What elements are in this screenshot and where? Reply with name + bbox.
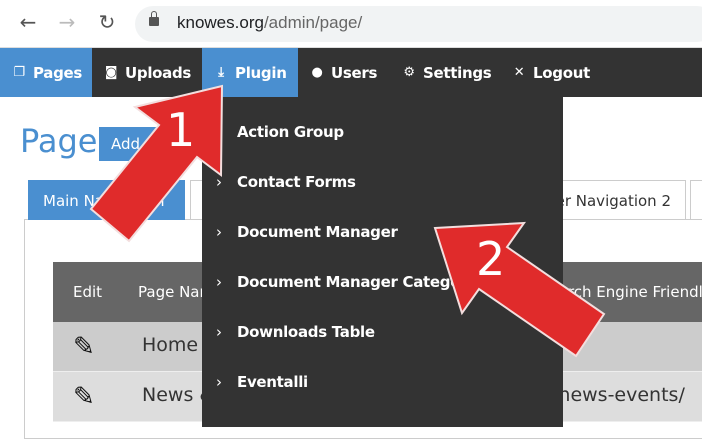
annotation-layer: 1 2 [89,84,606,358]
red-arrow-2 [433,221,606,358]
red-arrow-1 [89,84,224,243]
arrow-label-2: 2 [476,232,505,286]
arrow-label-1: 1 [166,103,195,157]
